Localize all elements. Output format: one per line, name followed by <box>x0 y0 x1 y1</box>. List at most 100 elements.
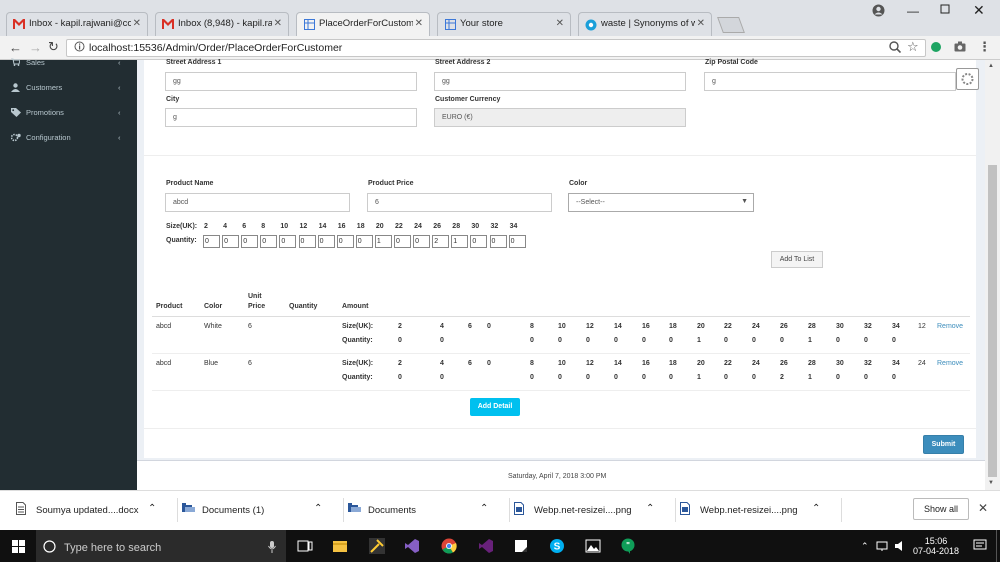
download-menu-chevron-icon[interactable]: ⌃ <box>314 503 322 514</box>
tab-1[interactable]: Inbox - kapil.rajwani@co ✕ <box>6 12 148 36</box>
quantity-input[interactable]: 0 <box>355 235 373 248</box>
download-item[interactable]: Documents (1) ⌃ <box>182 498 348 522</box>
quantity-input[interactable]: 0 <box>260 235 278 248</box>
task-view-icon[interactable] <box>297 538 313 554</box>
quantity-input[interactable]: 0 <box>317 235 335 248</box>
sticky-notes-icon[interactable] <box>513 538 529 554</box>
add-to-list-button[interactable]: Add To List <box>771 251 823 268</box>
add-detail-button[interactable]: Add Detail <box>470 398 520 416</box>
submit-button[interactable]: Submit <box>923 435 964 454</box>
microphone-icon[interactable] <box>268 541 276 555</box>
quantity-input[interactable]: 0 <box>413 235 431 248</box>
remove-link[interactable]: Remove <box>937 323 963 330</box>
file-explorer-icon[interactable] <box>332 538 348 554</box>
download-item[interactable]: Soumya updated....docx ⌃ <box>16 498 182 522</box>
tab-5[interactable]: waste | Synonyms of was✕ <box>578 12 712 36</box>
sidebar-item-promotions[interactable]: Promotions ‹ <box>0 108 137 126</box>
chevron-up-icon[interactable]: ⌃ <box>861 541 869 552</box>
tab-close-icon[interactable]: ✕ <box>556 18 564 29</box>
windows-start-icon[interactable] <box>12 540 25 555</box>
visual-studio-icon[interactable] <box>404 538 420 554</box>
dropdown-arrow-icon: ▼ <box>741 198 748 205</box>
tab-close-icon[interactable]: ✕ <box>274 18 282 29</box>
speaker-icon[interactable] <box>894 540 906 554</box>
notification-icon[interactable] <box>973 539 987 554</box>
bookmark-star-icon[interactable]: ☆ <box>907 39 919 55</box>
reload-icon[interactable]: ↻ <box>48 39 59 55</box>
taskbar-clock[interactable]: 15:06 07-04-2018 <box>911 536 961 556</box>
quantity-input[interactable]: 1 <box>374 235 392 248</box>
remove-link[interactable]: Remove <box>937 360 963 367</box>
quantity-input[interactable]: 1 <box>451 235 469 248</box>
download-filename: Documents (1) <box>202 505 265 516</box>
profile-icon[interactable] <box>872 4 885 20</box>
visual-studio-2-icon[interactable] <box>478 538 494 554</box>
city-input[interactable]: g <box>165 108 417 127</box>
chrome-icon[interactable] <box>441 538 457 554</box>
minimize-icon[interactable]: — <box>907 4 919 18</box>
row-size-value: 34 <box>892 323 900 330</box>
scrollbar-thumb[interactable] <box>988 165 997 477</box>
svg-text:": " <box>626 541 630 550</box>
forward-icon[interactable]: → <box>29 40 42 55</box>
quantity-input[interactable]: 0 <box>394 235 411 248</box>
back-icon[interactable]: ← <box>9 40 22 55</box>
sidebar-item-sales[interactable]: Sales ‹ <box>0 58 137 76</box>
scroll-down-icon[interactable]: ▼ <box>988 480 994 486</box>
quantity-input[interactable]: 0 <box>489 235 507 248</box>
quantity-input[interactable]: 0 <box>336 235 354 248</box>
zip-label: Zip Postal Code <box>705 59 758 66</box>
tab-3[interactable]: PlaceOrderForCustomer ✕ <box>296 12 430 36</box>
quantity-input[interactable]: 0 <box>241 235 259 248</box>
download-menu-chevron-icon[interactable]: ⌃ <box>812 503 820 514</box>
download-item[interactable]: Webp.net-resizei....png ⌃ <box>680 498 846 522</box>
scroll-up-icon[interactable]: ▲ <box>988 63 994 69</box>
quantity-input[interactable]: 0 <box>279 235 297 248</box>
zoom-icon[interactable] <box>889 41 902 55</box>
menu-icon[interactable]: ⋮ <box>978 39 991 55</box>
app-tool-icon[interactable] <box>369 538 385 554</box>
close-shelf-icon[interactable]: ✕ <box>978 501 988 515</box>
show-desktop-button[interactable] <box>996 530 1000 562</box>
hangouts-icon[interactable]: " <box>620 538 636 554</box>
show-all-button[interactable]: Show all <box>913 498 969 520</box>
tab-4[interactable]: Your store ✕ <box>437 12 571 36</box>
product-price-input[interactable]: 6 <box>367 193 552 212</box>
tab-2[interactable]: Inbox (8,948) - kapil.rajw ✕ <box>155 12 289 36</box>
quantity-input[interactable]: 0 <box>222 235 240 248</box>
tab-close-icon[interactable]: ✕ <box>415 18 423 29</box>
row-size-value: 16 <box>642 360 650 367</box>
row-quantity-value: 0 <box>836 337 840 344</box>
url-text[interactable]: localhost:15536/Admin/Order/PlaceOrderFo… <box>89 42 342 54</box>
color-select[interactable]: --Select-- ▼ <box>568 193 754 212</box>
sidebar-item-configuration[interactable]: Configuration ‹ <box>0 133 137 151</box>
tab-close-icon[interactable]: ✕ <box>133 18 141 29</box>
quantity-input[interactable]: 0 <box>508 235 526 248</box>
download-menu-chevron-icon[interactable]: ⌃ <box>480 503 488 514</box>
street2-input[interactable]: gg <box>434 72 686 91</box>
row-size-value: 16 <box>642 323 650 330</box>
search-placeholder[interactable]: Type here to search <box>64 542 161 554</box>
street1-input[interactable]: gg <box>165 72 417 91</box>
quantity-input[interactable]: 0 <box>203 235 220 248</box>
tab-close-icon[interactable]: ✕ <box>697 18 705 29</box>
extension-green-icon[interactable] <box>931 42 941 52</box>
download-menu-chevron-icon[interactable]: ⌃ <box>646 503 654 514</box>
camera-icon[interactable] <box>954 41 966 54</box>
photos-icon[interactable] <box>585 538 601 554</box>
download-item[interactable]: Documents ⌃ <box>348 498 514 522</box>
quantity-input[interactable]: 0 <box>298 235 316 248</box>
network-icon[interactable] <box>876 541 890 554</box>
maximize-icon[interactable] <box>940 3 950 17</box>
zip-input[interactable]: g <box>704 72 956 91</box>
sidebar-item-customers[interactable]: Customers ‹ <box>0 83 137 101</box>
download-menu-chevron-icon[interactable]: ⌃ <box>148 503 156 514</box>
size-header: 28 <box>452 223 461 230</box>
close-window-icon[interactable]: ✕ <box>973 2 985 19</box>
skype-icon[interactable]: S <box>549 538 565 554</box>
chevron-left-icon: ‹ <box>118 83 121 92</box>
quantity-input[interactable]: 0 <box>470 235 488 248</box>
product-name-input[interactable]: abcd <box>165 193 350 212</box>
download-item[interactable]: Webp.net-resizei....png ⌃ <box>514 498 680 522</box>
quantity-input[interactable]: 2 <box>432 235 450 248</box>
